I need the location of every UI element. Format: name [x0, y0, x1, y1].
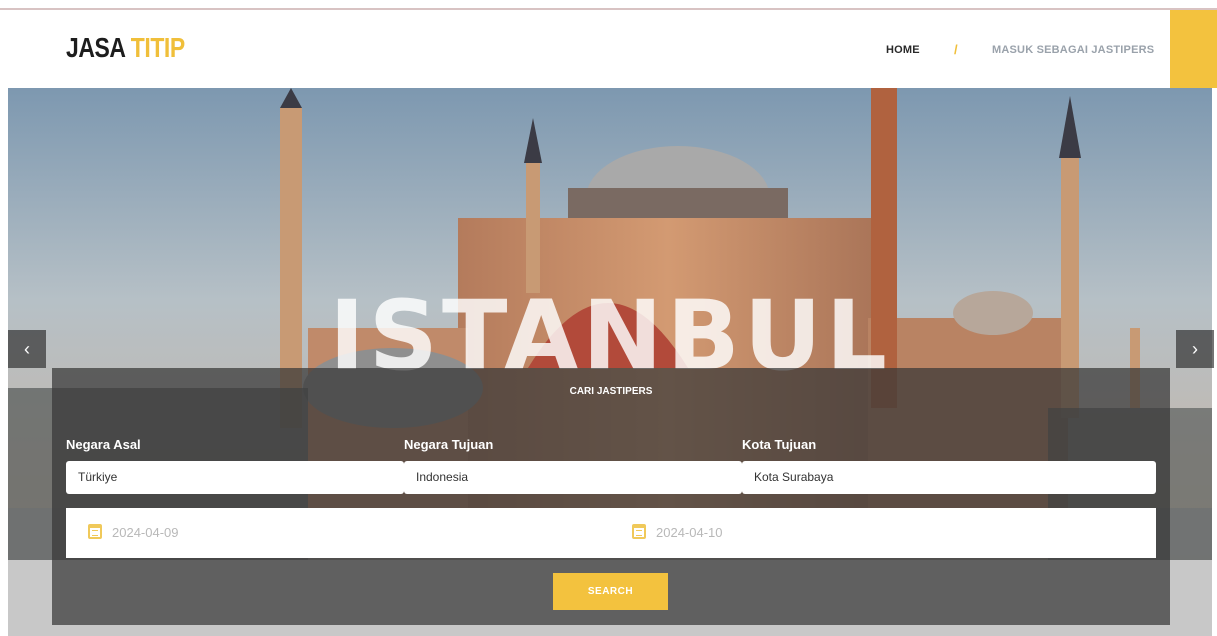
calendar-icon: [632, 524, 646, 539]
search-button[interactable]: SEARCH: [553, 573, 668, 610]
chevron-right-icon: ›: [1192, 339, 1198, 359]
end-date-input[interactable]: 2024-04-10: [656, 525, 723, 540]
search-panel-title: CARI JASTIPERS: [569, 386, 653, 397]
start-date-input[interactable]: 2024-04-09: [112, 525, 179, 540]
nav-accent-block: [1170, 10, 1217, 88]
destination-city-select[interactable]: Kota Surabaya: [742, 461, 1156, 494]
nav-home-link[interactable]: HOME: [886, 44, 920, 56]
chevron-left-icon: ‹: [24, 339, 30, 359]
slider-prev-button[interactable]: ‹: [8, 330, 46, 368]
origin-country-label: Negara Asal: [66, 437, 141, 452]
destination-country-select[interactable]: Indonesia: [404, 461, 742, 494]
origin-country-select[interactable]: Türkiye: [66, 461, 404, 494]
site-logo[interactable]: JASA TITIP: [66, 32, 185, 64]
search-panel: CARI JASTIPERS Negara Asal Negara Tujuan…: [52, 368, 1170, 625]
date-range-box: 2024-04-09 2024-04-10: [66, 508, 1156, 558]
logo-part-2: TITIP: [130, 32, 185, 63]
calendar-icon: [88, 524, 102, 539]
destination-city-label: Kota Tujuan: [742, 437, 817, 452]
slider-next-button[interactable]: ›: [1176, 330, 1214, 368]
site-header: JASA TITIP HOME / MASUK SEBAGAI JASTIPER…: [8, 10, 1217, 88]
nav-login-link[interactable]: MASUK SEBAGAI JASTIPERS: [992, 44, 1154, 56]
nav-separator: /: [954, 42, 958, 57]
logo-part-1: JASA: [66, 32, 125, 63]
destination-country-label: Negara Tujuan: [404, 437, 494, 452]
